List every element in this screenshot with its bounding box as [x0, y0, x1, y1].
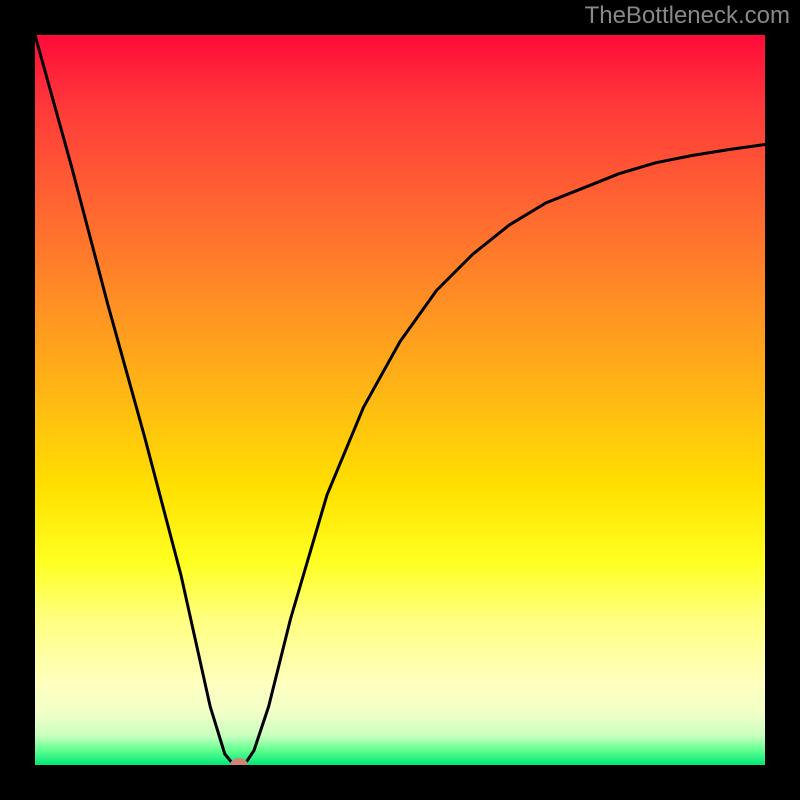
curve-svg: [35, 35, 765, 765]
marker-dot: [230, 758, 248, 765]
watermark-text: TheBottleneck.com: [585, 2, 790, 30]
curve-path: [35, 35, 765, 765]
chart-frame: TheBottleneck.com: [0, 0, 800, 800]
plot-area: [35, 35, 765, 765]
